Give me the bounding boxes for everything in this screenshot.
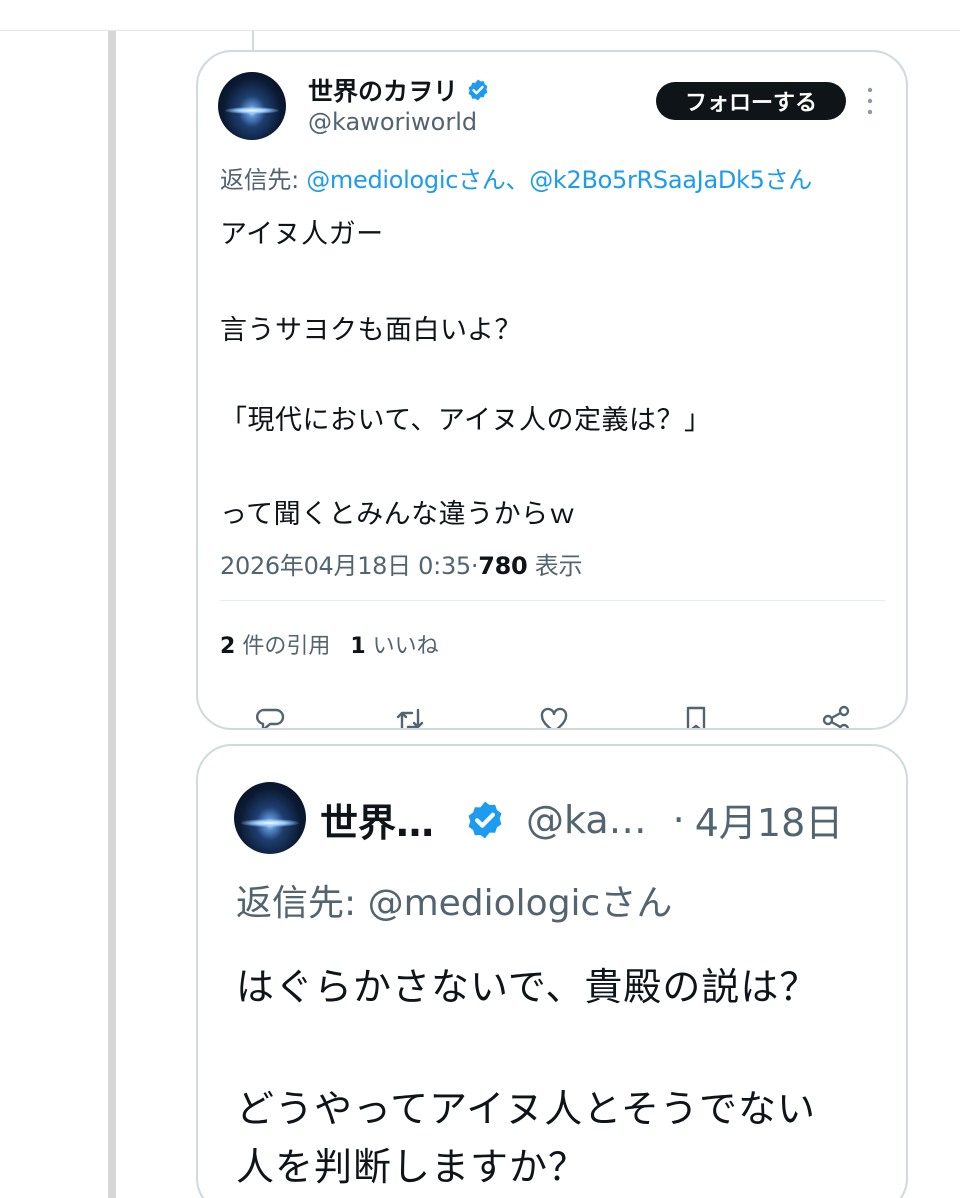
retweet-icon[interactable] [394, 704, 426, 730]
thread-tick [252, 31, 254, 51]
top-divider [0, 30, 960, 31]
like-label[interactable]: いいね [373, 634, 439, 659]
view-label: 表示 [534, 552, 583, 580]
reply-to-line: 返信先: @mediologicさん、@k2Bo5rRSaaJaDk5さん [220, 160, 812, 195]
quoted-tweet-card[interactable]: 世界のカヲリ @kaworiworld フォローする 返信先: @mediolo… [196, 50, 908, 730]
reply-to-line: 返信先: @mediologicさん [236, 883, 673, 924]
stats-divider [220, 600, 886, 601]
heart-icon[interactable] [538, 704, 570, 730]
like-count[interactable]: 1 [350, 634, 365, 659]
share-icon[interactable] [820, 704, 852, 730]
engagement-stats: 2 件の引用 1 いいね [220, 628, 439, 660]
tweet-body-line: って聞くとみんな違うからｗ [220, 499, 577, 530]
tweet-body-line: どうやってアイヌ人とそうでない [236, 1087, 817, 1131]
view-count: 780 [478, 552, 528, 580]
avatar[interactable] [218, 72, 286, 140]
timestamp[interactable]: 2026年04月18日 0:35 [220, 552, 471, 580]
tweet-body-line: 「現代において、アイヌ人の定義は？」 [220, 405, 712, 436]
tweet-body-line: はぐらかさないで、貴殿の説は？ [236, 965, 819, 1009]
reply-header: 世界… @ka… · 4月18日 [320, 792, 843, 847]
author-handle[interactable]: @ka… [526, 798, 647, 842]
reply-tweet-card[interactable]: 世界… @ka… · 4月18日 返信先: @mediologicさん はぐらか… [196, 744, 908, 1198]
author-name-row[interactable]: 世界のカヲリ [308, 72, 490, 108]
verified-badge-icon [468, 79, 488, 101]
more-options-icon[interactable] [866, 86, 874, 116]
author-handle[interactable]: @kaworiworld [308, 108, 477, 136]
tweet-body-line: 言うサヨクも面白いよ？ [220, 315, 522, 346]
follow-button[interactable]: フォローする [656, 82, 846, 120]
tweet-body-line: 人を判断しますか？ [236, 1145, 588, 1189]
quote-count[interactable]: 2 [220, 634, 235, 659]
reply-to-mentions[interactable]: @mediologicさん、@k2Bo5rRSaaJaDk5さん [306, 166, 812, 194]
quote-label[interactable]: 件の引用 [242, 634, 330, 659]
author-name[interactable]: 世界のカヲリ [308, 72, 458, 108]
author-name[interactable]: 世界… [320, 792, 434, 847]
header-separator: · [672, 797, 685, 842]
tweet-date[interactable]: 4月18日 [695, 792, 844, 847]
reply-to-prefix: 返信先: [220, 166, 307, 194]
bookmark-icon[interactable] [680, 704, 712, 730]
tweet-body-line: アイヌ人ガー [220, 219, 384, 250]
avatar[interactable] [234, 782, 306, 854]
reply-icon[interactable] [254, 704, 286, 730]
tweet-meta: 2026年04月18日 0:35·780 表示 [220, 546, 582, 581]
verified-badge-icon [468, 801, 502, 838]
thread-connector-line [108, 31, 116, 1198]
